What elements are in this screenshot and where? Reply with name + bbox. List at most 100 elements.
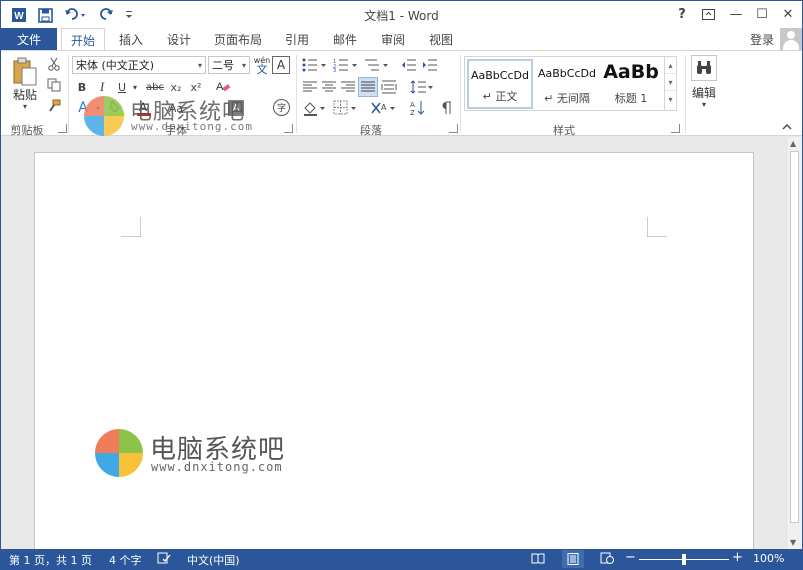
- minimize-button[interactable]: —: [725, 4, 747, 24]
- chevron-down-icon: ▾: [197, 61, 202, 70]
- font-name-combo[interactable]: 宋体 (中文正文) ▾: [72, 56, 206, 74]
- word-count[interactable]: 4 个字: [109, 552, 142, 568]
- character-border-icon[interactable]: A: [272, 56, 290, 74]
- bullets-icon[interactable]: [301, 56, 329, 74]
- paragraph-group-label: 段落: [360, 124, 382, 137]
- tab-page-layout[interactable]: 页面布局: [209, 28, 267, 50]
- svg-text:Z: Z: [410, 109, 415, 116]
- italic-button[interactable]: I: [94, 78, 110, 96]
- avatar[interactable]: [780, 28, 802, 50]
- maximize-button[interactable]: ☐: [751, 4, 773, 24]
- sort-icon[interactable]: AZ: [409, 98, 427, 118]
- cut-icon[interactable]: [46, 56, 62, 72]
- justify-icon[interactable]: [358, 77, 378, 97]
- paragraph-launcher-icon[interactable]: [449, 124, 458, 133]
- font-launcher-icon[interactable]: [284, 124, 293, 133]
- document-area: 电脑系统吧 www.dnxitong.com: [1, 137, 786, 552]
- numbering-icon[interactable]: 123: [332, 56, 360, 74]
- scroll-thumb[interactable]: [790, 151, 799, 523]
- increase-indent-icon[interactable]: [421, 56, 439, 74]
- paste-dropdown-icon[interactable]: ▾: [19, 101, 31, 111]
- paste-button-label[interactable]: 粘贴: [9, 87, 41, 102]
- document-page[interactable]: 电脑系统吧 www.dnxitong.com: [34, 152, 754, 552]
- find-binoculars-icon[interactable]: [691, 55, 717, 81]
- style-normal[interactable]: AaBbCcDd ↵ 正文: [467, 59, 533, 109]
- editing-button-label[interactable]: 编辑: [689, 85, 719, 100]
- style-name: ↵ 正文: [482, 90, 518, 103]
- vertical-scrollbar[interactable]: ▲ ▼: [786, 137, 802, 549]
- collapse-ribbon-icon[interactable]: [780, 121, 794, 133]
- align-left-icon[interactable]: [301, 78, 319, 96]
- tab-insert[interactable]: 插入: [111, 28, 151, 50]
- tab-review[interactable]: 审阅: [373, 28, 413, 50]
- style-name: 标题 1: [614, 92, 648, 105]
- tab-file[interactable]: 文件: [1, 28, 57, 50]
- show-formatting-marks-icon[interactable]: [437, 98, 455, 118]
- close-button[interactable]: ✕: [777, 4, 799, 24]
- phonetic-guide-icon[interactable]: wén 文: [253, 54, 271, 76]
- align-right-icon[interactable]: [339, 78, 357, 96]
- editing-dropdown-icon[interactable]: ▾: [698, 99, 710, 109]
- underline-button[interactable]: U: [114, 78, 130, 96]
- svg-text:A: A: [381, 103, 387, 112]
- format-painter-icon[interactable]: [46, 98, 62, 114]
- tab-view[interactable]: 视图: [421, 28, 461, 50]
- style-sample: AaBb: [603, 61, 659, 83]
- distributed-icon[interactable]: [380, 78, 398, 96]
- group-separator: [296, 55, 297, 133]
- style-name: ↵ 无间隔: [544, 92, 590, 105]
- font-size-combo[interactable]: 二号 ▾: [208, 56, 250, 74]
- scroll-up-icon[interactable]: ▲: [790, 139, 796, 148]
- help-button[interactable]: ?: [671, 4, 693, 24]
- more-styles-icon[interactable]: ▾: [665, 91, 676, 108]
- styles-scroll: ▴ ▾ ▾: [664, 57, 676, 110]
- ribbon-home: 粘贴 ▾ 剪贴板 宋体 (中文正文) ▾ 二号 ▾ wén 文 A B I U ▾: [1, 50, 802, 137]
- group-separator: [68, 55, 69, 133]
- svg-text:A: A: [216, 81, 224, 93]
- tab-design[interactable]: 设计: [159, 28, 199, 50]
- watermark-url: www.dnxitong.com: [131, 120, 253, 133]
- margin-corner-top-right: [647, 217, 667, 237]
- svg-text:A: A: [410, 101, 415, 109]
- tab-mailings[interactable]: 邮件: [325, 28, 365, 50]
- chinese-layout-icon[interactable]: A: [369, 98, 397, 118]
- proofing-icon[interactable]: [157, 552, 171, 567]
- multilevel-list-icon[interactable]: [363, 56, 391, 74]
- chevron-up-icon[interactable]: ▴: [665, 57, 676, 74]
- tab-references[interactable]: 引用: [277, 28, 317, 50]
- page-count[interactable]: 第 1 页，共 1 页: [9, 552, 92, 568]
- ribbon-display-options-icon[interactable]: [697, 4, 719, 24]
- web-layout-icon[interactable]: [600, 552, 614, 567]
- sign-in-link[interactable]: 登录: [750, 31, 774, 48]
- tab-home[interactable]: 开始: [61, 28, 105, 51]
- enclose-characters-icon[interactable]: 字: [273, 99, 290, 116]
- style-heading-1[interactable]: AaBb 标题 1: [599, 59, 663, 109]
- watermark-url: www.dnxitong.com: [151, 460, 283, 474]
- watermark-logo: [84, 96, 124, 136]
- zoom-slider-thumb[interactable]: [682, 554, 686, 565]
- zoom-slider[interactable]: [639, 554, 729, 565]
- scroll-down-icon[interactable]: ▼: [790, 538, 796, 547]
- print-layout-icon[interactable]: [562, 550, 584, 568]
- zoom-level[interactable]: 100%: [753, 552, 784, 565]
- read-mode-icon[interactable]: [531, 552, 545, 567]
- group-separator: [685, 55, 686, 133]
- style-no-spacing[interactable]: AaBbCcDd ↵ 无间隔: [534, 59, 600, 109]
- zoom-out-button[interactable]: −: [625, 550, 636, 565]
- line-spacing-icon[interactable]: [409, 78, 435, 96]
- zoom-in-button[interactable]: +: [732, 550, 743, 565]
- clipboard-launcher-icon[interactable]: [58, 124, 67, 133]
- align-center-icon[interactable]: [320, 78, 338, 96]
- styles-launcher-icon[interactable]: [671, 124, 680, 133]
- borders-icon[interactable]: [332, 98, 358, 118]
- paste-icon[interactable]: [9, 55, 41, 89]
- decrease-indent-icon[interactable]: [400, 56, 418, 74]
- copy-icon[interactable]: [46, 77, 62, 93]
- language-indicator[interactable]: 中文(中国): [187, 552, 240, 568]
- title-bar: W 文档1 - Word ? — ☐ ✕: [1, 1, 802, 28]
- shading-icon[interactable]: [301, 98, 327, 118]
- status-bar: 第 1 页，共 1 页 4 个字 中文(中国) − + 100%: [1, 549, 802, 569]
- bold-button[interactable]: B: [74, 78, 90, 96]
- clipboard-group-label: 剪贴板: [10, 124, 44, 137]
- chevron-down-icon[interactable]: ▾: [665, 74, 676, 91]
